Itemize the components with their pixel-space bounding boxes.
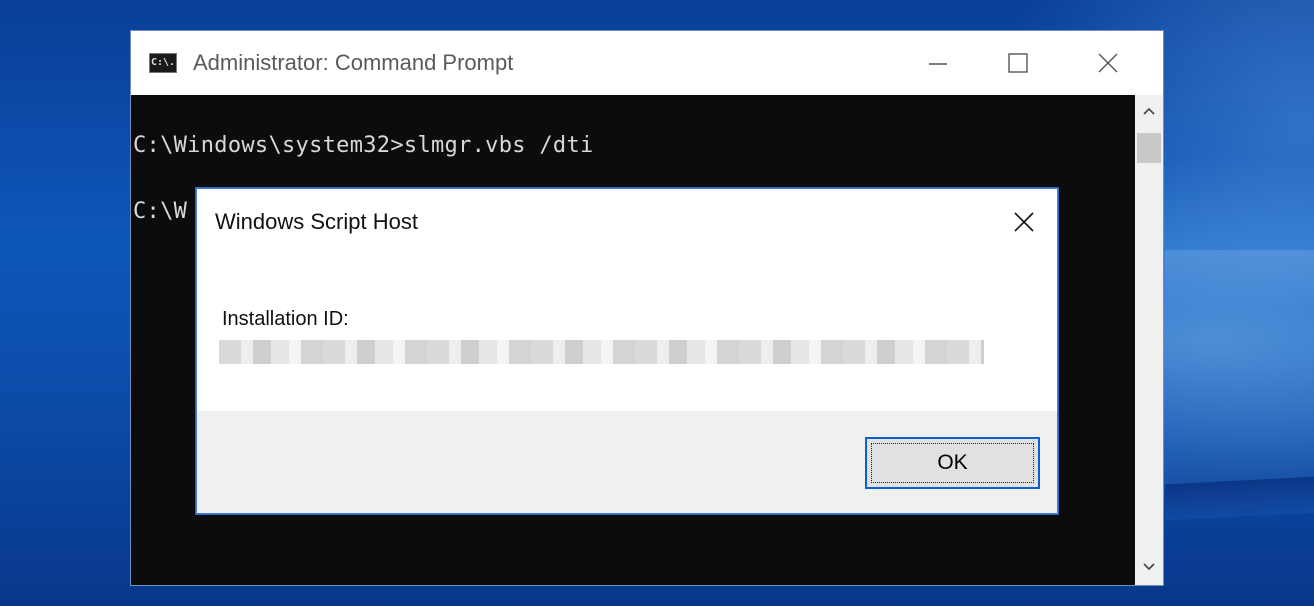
cmd-app-icon[interactable]: C:\. xyxy=(149,53,177,73)
ok-button-label: OK xyxy=(937,451,968,474)
chevron-down-icon xyxy=(1143,563,1155,571)
cmd-titlebar[interactable]: C:\. Administrator: Command Prompt xyxy=(131,31,1163,95)
scroll-down-button[interactable] xyxy=(1135,551,1163,585)
scroll-up-button[interactable] xyxy=(1135,95,1163,129)
minimize-icon xyxy=(929,63,947,65)
windows-script-host-dialog[interactable]: Windows Script Host Installation ID: OK xyxy=(196,188,1058,514)
dialog-close-button[interactable] xyxy=(1007,205,1041,239)
dialog-footer: OK xyxy=(197,411,1057,513)
maximize-icon xyxy=(1008,53,1028,73)
installation-id-label: Installation ID: xyxy=(222,308,349,330)
cmd-window-title: Administrator: Command Prompt xyxy=(193,50,514,75)
ok-button[interactable]: OK xyxy=(865,437,1040,489)
scrollbar-thumb[interactable] xyxy=(1137,133,1161,163)
close-icon xyxy=(1014,212,1034,232)
minimize-button[interactable] xyxy=(906,31,970,95)
close-icon xyxy=(1098,53,1118,73)
console-line: C:\Windows\system32>slmgr.vbs /dti xyxy=(133,133,594,158)
cmd-close-button[interactable] xyxy=(1076,31,1140,95)
dialog-title: Windows Script Host xyxy=(215,209,418,234)
wallpaper-dark-beam xyxy=(1165,475,1314,521)
vertical-scrollbar[interactable] xyxy=(1135,95,1163,585)
chevron-up-icon xyxy=(1143,107,1155,115)
wallpaper-light-beam xyxy=(1165,250,1314,310)
maximize-button[interactable] xyxy=(986,31,1050,95)
installation-id-value-blurred xyxy=(219,340,984,364)
console-line: C:\W xyxy=(133,199,188,224)
